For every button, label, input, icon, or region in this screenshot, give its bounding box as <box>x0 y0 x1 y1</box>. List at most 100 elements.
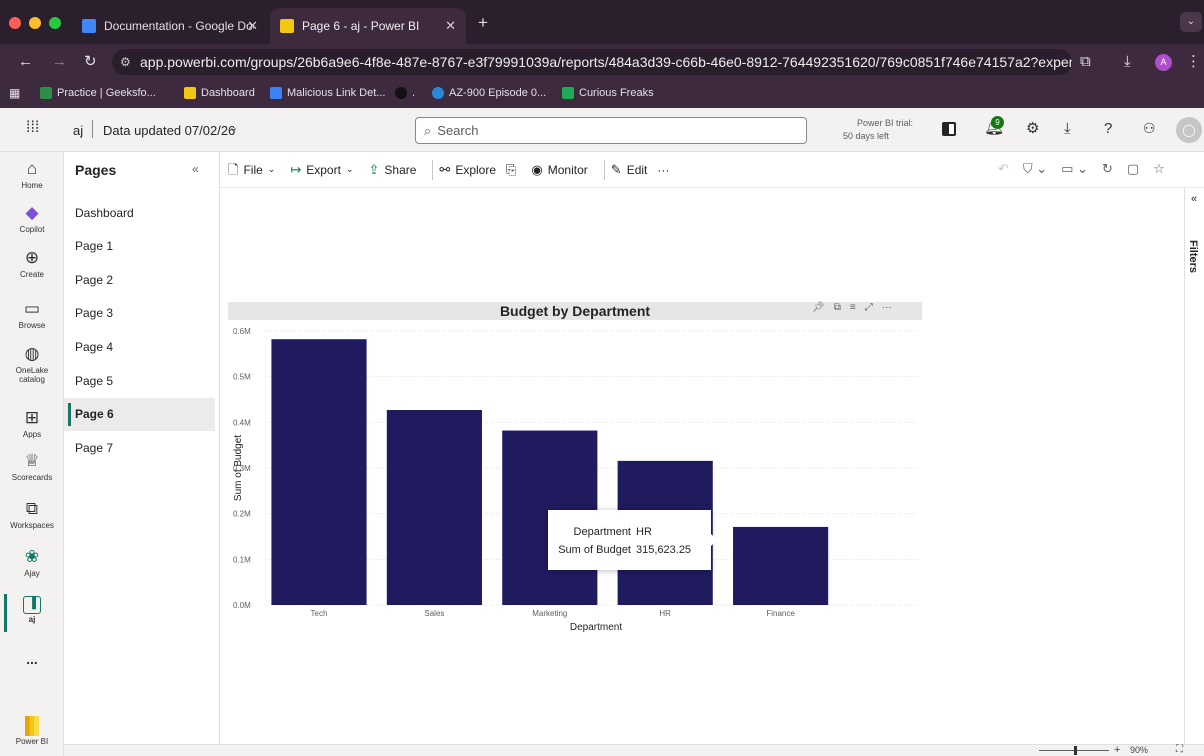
browser-tab-powerbi[interactable]: Page 6 - aj - Power BI ✕ <box>270 8 466 44</box>
nav-more[interactable]: ... <box>0 651 64 674</box>
bar-finance[interactable] <box>733 526 829 605</box>
bar-chart-visual[interactable]: Budget by Department 📌︎ ⧉ ≡ ⤢ ··· Sum of… <box>228 302 922 632</box>
forward-icon[interactable]: → <box>52 54 67 69</box>
favorite-star-icon[interactable]: ☆ <box>1153 162 1165 175</box>
google-docs-icon <box>82 19 96 33</box>
nav-copilot[interactable]: ◆ Copilot <box>0 203 64 235</box>
export-menu[interactable]: ↦ Export ⌄ <box>290 163 358 177</box>
download-icon[interactable]: ⤓ <box>1064 121 1071 136</box>
settings-icon[interactable]: ⚙ <box>1026 121 1039 136</box>
workspace-name[interactable]: aj <box>73 123 83 138</box>
undo-icon[interactable]: ↶ <box>998 162 1009 175</box>
nav-create[interactable]: ⊕ Create <box>0 248 64 280</box>
user-avatar[interactable]: ◯ <box>1176 117 1202 143</box>
browser-tab-docs[interactable]: Documentation - Google Doc ✕ <box>72 8 268 44</box>
chevron-down-icon[interactable]: ⌄ <box>229 123 238 134</box>
apps-icon: ⊞ <box>24 408 40 427</box>
close-window-button[interactable] <box>9 17 21 29</box>
page-item[interactable]: Page 6 <box>64 397 215 431</box>
address-bar[interactable]: ⚙ app.powerbi.com/groups/26b6a9e6-4f8e-4… <box>112 49 1072 75</box>
maximize-window-button[interactable] <box>49 17 61 29</box>
more-icon: ... <box>26 651 38 667</box>
pages-pane: Pages « Dashboard Page 1 Page 2 Page 3 Page … <box>64 152 220 756</box>
y-tick-label: 0.4M <box>233 418 251 427</box>
nav-scorecards[interactable]: ♕ Scorecards <box>0 451 64 483</box>
zoom-slider-thumb[interactable] <box>1074 746 1077 755</box>
bookmark-item[interactable]: Practice | Geeksfo... <box>40 87 156 99</box>
bookmark-item[interactable]: Dashboard <box>184 87 255 99</box>
help-icon[interactable]: ? <box>1104 121 1112 136</box>
subscribe-button[interactable]: ⎘ <box>506 163 521 176</box>
copilot-icon: ◆ <box>25 203 39 222</box>
filters-pane-collapsed[interactable]: « Filters <box>1184 188 1204 744</box>
download-icon[interactable]: ⤓ <box>1124 54 1131 69</box>
view-icon[interactable]: ▭ ⌄ <box>1061 162 1088 175</box>
cc-icon <box>184 87 196 99</box>
panel-toggle-icon[interactable] <box>942 122 956 136</box>
tab-search-button[interactable]: ⌄ <box>1180 12 1202 32</box>
pages-title: Pages <box>75 162 117 178</box>
bar-tech[interactable] <box>271 339 367 605</box>
nav-powerbi-brand[interactable]: Power BI <box>0 716 64 747</box>
reload-icon[interactable]: ↻ <box>84 54 97 69</box>
workspaces-icon: ⧉ <box>25 499 39 518</box>
explore-button[interactable]: ⚯ Explore <box>439 163 496 177</box>
more-options-button[interactable]: ··· <box>657 163 669 177</box>
back-icon[interactable]: ← <box>18 54 33 69</box>
bookmark-item[interactable]: . <box>395 87 415 99</box>
profile-avatar[interactable]: A <box>1155 54 1172 71</box>
bookmark-item[interactable]: Curious Freaks <box>562 87 654 99</box>
browser-tab-strip: Documentation - Google Doc ✕ Page 6 - aj… <box>0 0 1204 44</box>
nav-apps[interactable]: ⊞ Apps <box>0 408 64 440</box>
new-tab-button[interactable]: + <box>478 13 488 33</box>
page-item[interactable]: Page 1 <box>64 230 215 263</box>
share-button[interactable]: ⇪ Share <box>368 163 416 177</box>
page-item[interactable]: Page 7 <box>64 431 215 464</box>
close-tab-icon[interactable]: ✕ <box>247 18 258 34</box>
notification-badge: 9 <box>991 116 1004 129</box>
bookmark-item[interactable]: AZ-900 Episode 0... <box>432 87 546 99</box>
nav-aj-report[interactable]: ▐ aj <box>0 596 64 625</box>
bar-sales[interactable] <box>386 410 482 605</box>
zoom-in-button[interactable]: + <box>1114 744 1120 756</box>
x-axis-label: Department <box>570 622 622 632</box>
search-input[interactable]: ⌕ Search <box>415 117 807 144</box>
share-people-icon[interactable]: ⚇ <box>1143 121 1156 135</box>
bookmark-icon[interactable]: ⛉ ⌄ <box>1023 162 1047 175</box>
home-icon: ⌂ <box>26 159 38 178</box>
edit-button[interactable]: ✎ Edit <box>611 163 648 177</box>
page-item[interactable]: Page 3 <box>64 297 215 330</box>
ajay-workspace-icon: ❀ <box>24 547 40 566</box>
nav-browse[interactable]: ▭ Browse <box>0 299 64 331</box>
minimize-window-button[interactable] <box>29 17 41 29</box>
apps-grid-icon[interactable]: ▦ <box>9 87 20 99</box>
powerbi-favicon-icon <box>280 19 294 33</box>
chevron-down-icon: ⌄ <box>267 164 276 174</box>
bookmark-item[interactable]: Malicious Link Det... <box>270 87 385 99</box>
refresh-icon[interactable]: ↻ <box>1102 162 1113 175</box>
page-item[interactable]: Page 4 <box>64 330 215 363</box>
page-item[interactable]: Page 2 <box>64 263 215 296</box>
file-menu[interactable]: 🗋︎ File ⌄ <box>228 163 280 177</box>
fit-to-page-icon[interactable]: ⛶ <box>1176 745 1183 755</box>
active-indicator <box>4 594 7 632</box>
expand-filters-icon[interactable]: « <box>1191 194 1197 205</box>
comment-icon[interactable]: ▢ <box>1127 162 1139 175</box>
url-text: app.powerbi.com/groups/26b6a9e6-4f8e-487… <box>140 54 1072 70</box>
collapse-pages-button[interactable]: « <box>192 162 199 176</box>
close-tab-icon[interactable]: ✕ <box>445 18 456 34</box>
page-item[interactable]: Dashboard <box>64 196 215 229</box>
extensions-icon[interactable]: ⧉ <box>1080 54 1091 69</box>
nav-onelake[interactable]: ◍ OneLake catalog <box>0 344 64 385</box>
monitor-button[interactable]: ◉ Monitor <box>531 163 587 177</box>
data-updated[interactable]: Data updated 07/02/26 <box>103 123 235 138</box>
chart-tooltip: Department HR Sum of Budget 315,623.25 <box>548 510 717 570</box>
tooltip-key: Department <box>573 526 631 538</box>
nav-workspaces[interactable]: ⧉ Workspaces <box>0 499 64 531</box>
browser-menu-icon[interactable]: ⋮ <box>1186 54 1201 69</box>
page-item[interactable]: Page 5 <box>64 364 215 397</box>
site-info-icon[interactable]: ⚙ <box>120 56 131 68</box>
nav-ajay[interactable]: ❀ Ajay <box>0 547 64 579</box>
app-launcher-icon[interactable]: ⁞⁞⁞ <box>26 120 39 136</box>
nav-home[interactable]: ⌂ Home <box>0 159 64 191</box>
